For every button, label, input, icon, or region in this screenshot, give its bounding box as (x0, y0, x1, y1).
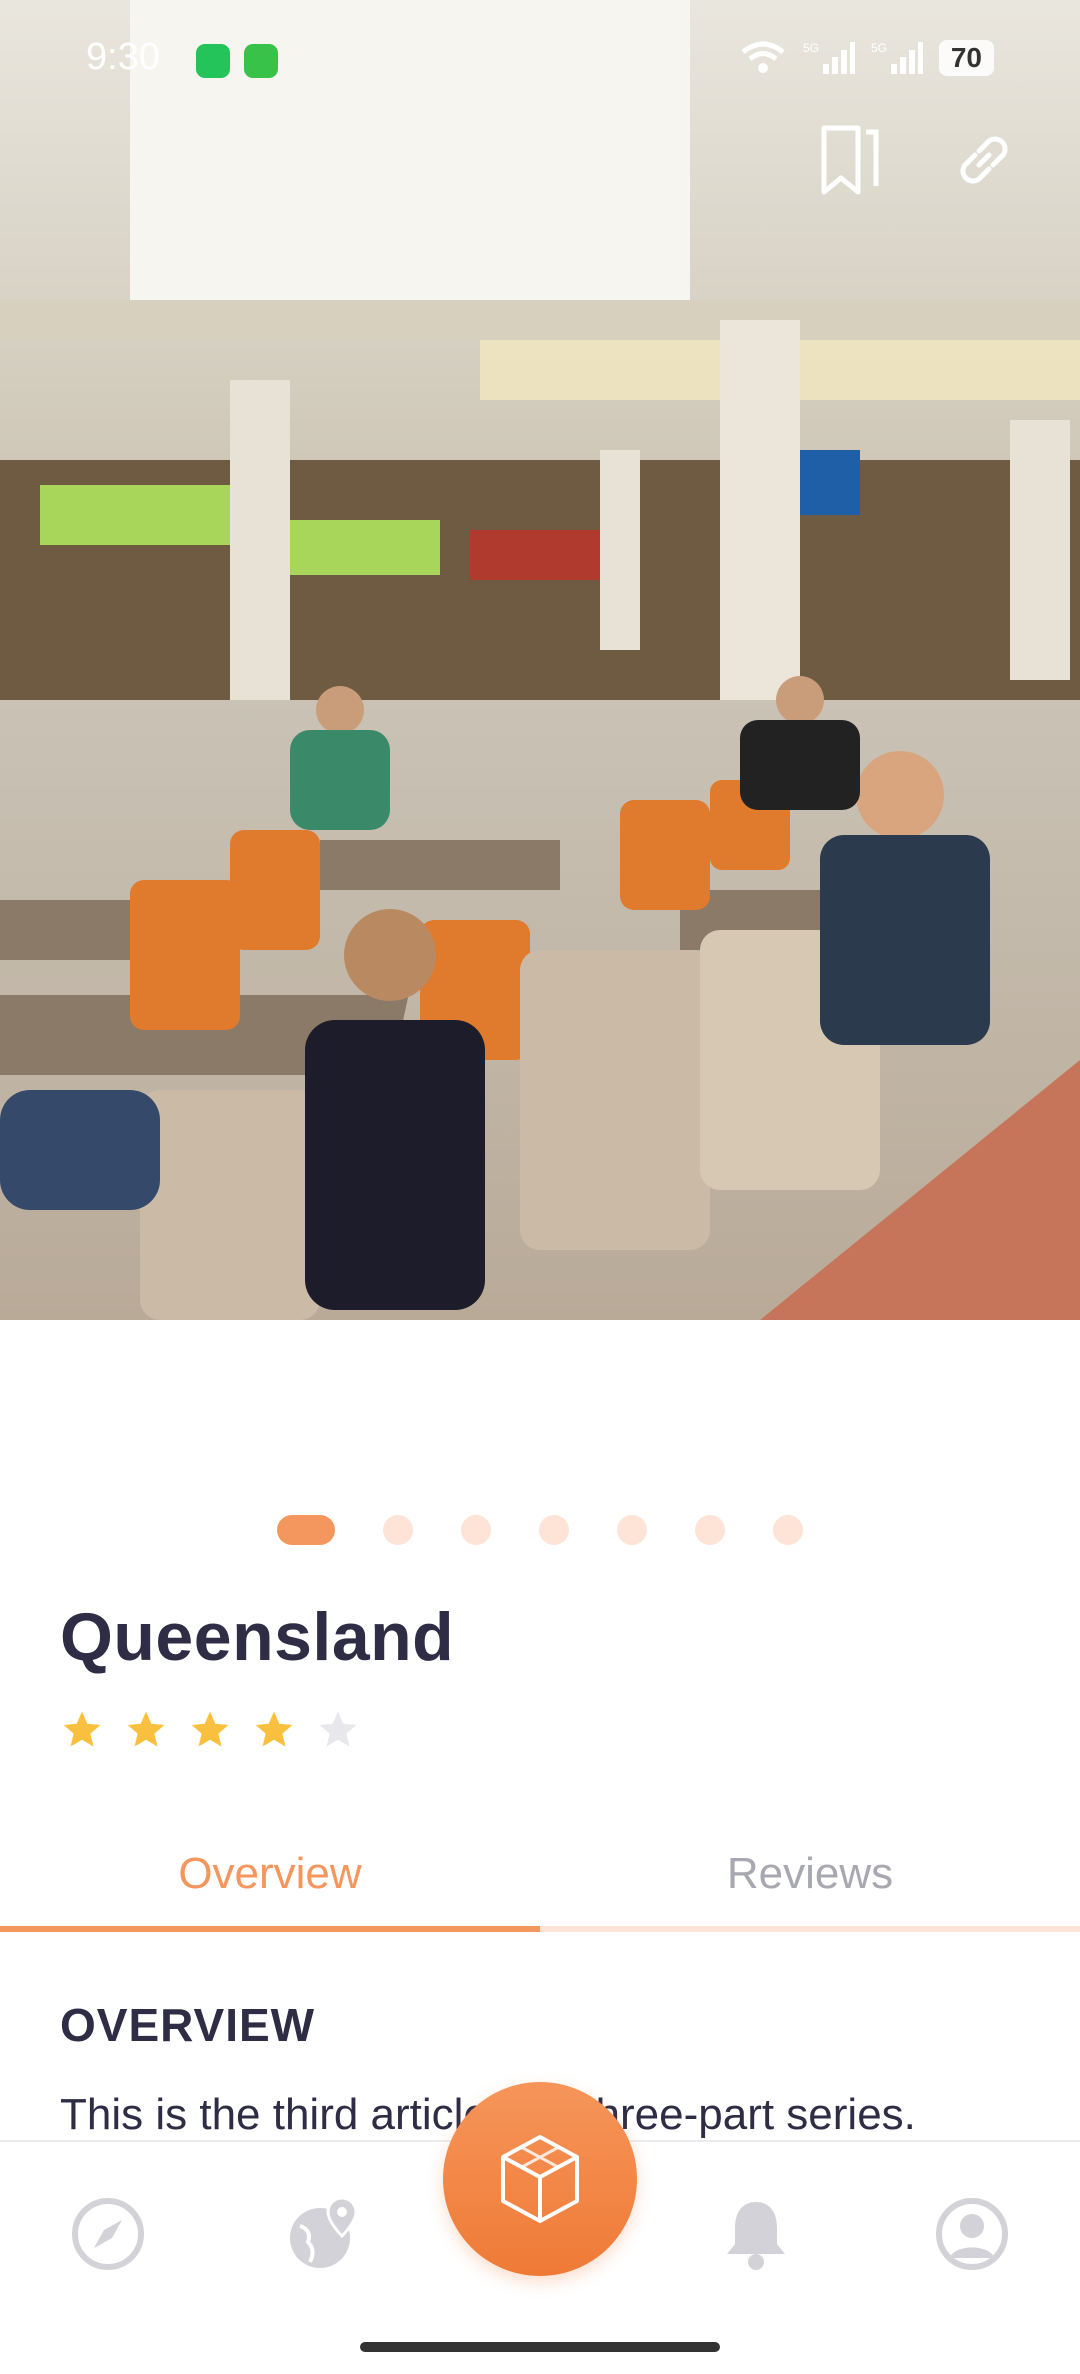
bookmark-icon (821, 125, 879, 195)
nav-notifications[interactable] (716, 2194, 796, 2274)
star-empty-icon (319, 1711, 357, 1747)
status-indicators: 5G 5G 70 (739, 40, 994, 76)
share-link-button[interactable] (944, 120, 1024, 200)
link-icon (960, 136, 1008, 184)
messages-icon (244, 44, 278, 78)
battery-indicator: 70 (938, 40, 994, 76)
nav-map[interactable] (284, 2194, 364, 2274)
tab-overview[interactable]: Overview (0, 1836, 540, 1932)
carousel-dot[interactable] (539, 1515, 569, 1545)
carousel-dot[interactable] (773, 1515, 803, 1545)
star-icon (127, 1711, 165, 1747)
status-bar: 9:30 5G 5G 70 (0, 0, 1080, 110)
bell-icon (727, 2202, 785, 2270)
whatsapp-icon (196, 44, 230, 78)
profile-icon (936, 2198, 1008, 2270)
carousel-indicator (0, 1515, 1080, 1545)
cell-signal-icon: 5G (803, 41, 855, 74)
place-title: Queensland (60, 1599, 455, 1675)
ar-view-button[interactable] (443, 2082, 637, 2276)
star-rating (60, 1708, 360, 1752)
nav-profile[interactable] (932, 2194, 1012, 2274)
status-time: 9:30 (86, 36, 160, 78)
svg-text:5G: 5G (871, 41, 887, 55)
carousel-dot[interactable] (461, 1515, 491, 1545)
svg-text:5G: 5G (803, 41, 819, 55)
hero-image-area: 9:30 5G 5G 70 (0, 0, 1080, 1320)
home-indicator[interactable] (360, 2342, 720, 2352)
wifi-icon (741, 41, 785, 73)
nav-explore[interactable] (68, 2194, 148, 2274)
cell-signal-icon-2: 5G (871, 41, 923, 74)
globe-pin-icon (290, 2196, 358, 2268)
carousel-dot[interactable] (277, 1515, 335, 1545)
tab-reviews[interactable]: Reviews (540, 1836, 1080, 1932)
tab-bar: Overview Reviews (0, 1836, 1080, 1932)
overview-heading: OVERVIEW (60, 1999, 316, 2051)
carousel-dot[interactable] (695, 1515, 725, 1545)
compass-icon (72, 2198, 144, 2270)
carousel-dot[interactable] (617, 1515, 647, 1545)
star-icon (63, 1711, 101, 1747)
cube-icon (501, 2135, 579, 2223)
star-icon (191, 1711, 229, 1747)
star-icon (255, 1711, 293, 1747)
carousel-dot[interactable] (383, 1515, 413, 1545)
bookmark-button[interactable] (810, 120, 890, 200)
food-court-photo (0, 0, 1080, 1320)
